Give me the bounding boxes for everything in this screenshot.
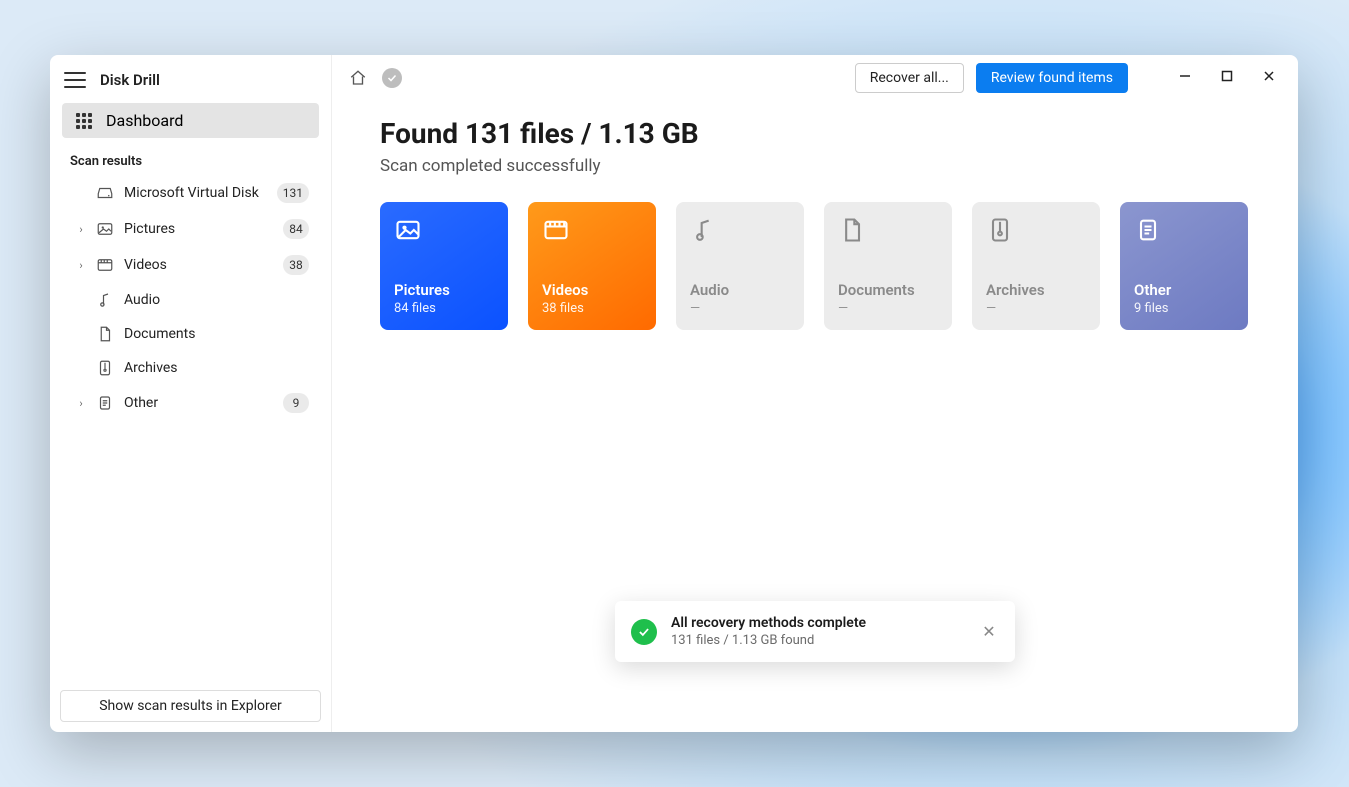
home-icon[interactable] [346,66,370,90]
card-other[interactable]: Other 9 files [1120,202,1248,330]
count-badge: 84 [283,219,309,239]
other-icon [1134,216,1164,246]
review-found-items-button[interactable]: Review found items [976,63,1128,93]
count-badge: 131 [277,183,309,203]
toast-subtitle: 131 files / 1.13 GB found [671,633,965,648]
card-archives: Archives — [972,202,1100,330]
page-title: Found 131 files / 1.13 GB [380,117,1250,150]
card-documents: Documents — [824,202,952,330]
main-panel: Recover all... Review found items Found … [332,55,1298,732]
toast-title: All recovery methods complete [671,615,965,631]
sidebar-item-other[interactable]: › Other 9 [62,386,319,420]
chevron-right-icon: › [76,259,86,272]
show-in-explorer-button[interactable]: Show scan results in Explorer [60,690,321,722]
sidebar-item-archives[interactable]: › Archives [62,352,319,384]
sidebar-item-audio[interactable]: › Audio [62,284,319,316]
status-icon [382,68,402,88]
check-icon [631,619,657,645]
disk-icon [96,184,114,202]
sidebar-section-scan-results: Scan results [58,148,323,175]
recover-all-button[interactable]: Recover all... [855,63,964,93]
page-subtitle: Scan completed successfully [380,156,1250,176]
completion-toast: All recovery methods complete 131 files … [615,601,1015,662]
dashboard-icon [76,113,92,129]
sidebar-item-videos[interactable]: › Videos 38 [62,248,319,282]
app-title: Disk Drill [100,71,160,89]
sidebar: Disk Drill Dashboard Scan results › Micr… [50,55,332,732]
card-videos[interactable]: Videos 38 files [528,202,656,330]
sidebar-item-dashboard[interactable]: Dashboard [62,103,319,138]
count-badge: 9 [283,393,309,413]
audio-icon [690,216,720,246]
sidebar-item-pictures[interactable]: › Pictures 84 [62,212,319,246]
chevron-right-icon: › [76,223,86,236]
card-pictures[interactable]: Pictures 84 files [380,202,508,330]
sidebar-item-disk[interactable]: › Microsoft Virtual Disk 131 [62,176,319,210]
close-icon[interactable]: ✕ [979,622,999,641]
archive-icon [96,359,114,377]
count-badge: 38 [283,255,309,275]
category-cards: Pictures 84 files Videos 38 files Audio … [380,202,1250,330]
app-window: Disk Drill Dashboard Scan results › Micr… [50,55,1298,732]
document-icon [838,216,868,246]
menu-icon[interactable] [64,72,86,88]
image-icon [394,216,424,246]
audio-icon [96,291,114,309]
video-icon [542,216,572,246]
maximize-button[interactable] [1212,70,1242,86]
card-audio: Audio — [676,202,804,330]
topbar: Recover all... Review found items [332,55,1298,101]
close-button[interactable] [1254,70,1284,86]
archive-icon [986,216,1016,246]
sidebar-item-documents[interactable]: › Documents [62,318,319,350]
video-icon [96,256,114,274]
minimize-button[interactable] [1170,70,1200,86]
dashboard-label: Dashboard [106,111,183,130]
document-icon [96,325,114,343]
chevron-right-icon: › [76,397,86,410]
other-icon [96,394,114,412]
image-icon [96,220,114,238]
